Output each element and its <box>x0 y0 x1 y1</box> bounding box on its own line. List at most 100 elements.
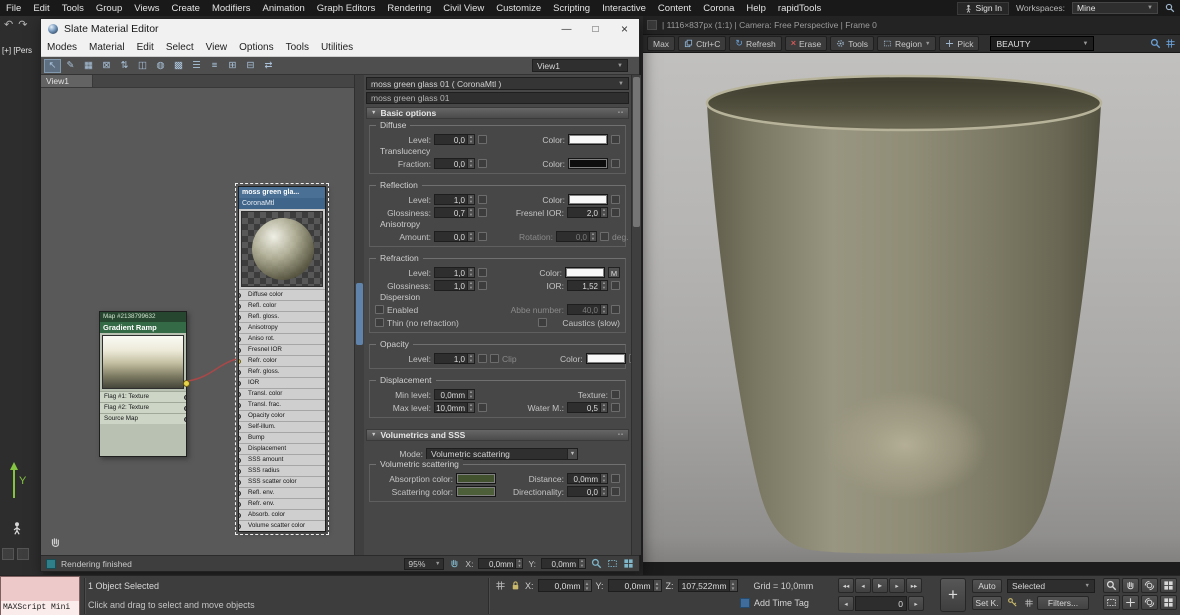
translucency-color-swatch[interactable] <box>568 158 608 169</box>
input-socket-icon[interactable] <box>239 458 241 463</box>
node-slot[interactable]: Self-illum. <box>239 421 325 432</box>
set-key-button[interactable]: Set K. <box>972 596 1002 610</box>
assign-material-icon[interactable]: ▦ <box>80 59 97 73</box>
node-slot[interactable]: Flag #1: Texture <box>100 391 186 402</box>
node-slot[interactable]: Displacement <box>239 443 325 454</box>
menu-item[interactable]: Corona <box>697 3 740 14</box>
angle-snap-icon[interactable] <box>17 548 29 560</box>
spinner-arrows-icon[interactable]: ▲▼ <box>600 486 608 497</box>
spinner-arrows-icon[interactable]: ▲▼ <box>589 231 597 242</box>
diffuse-level-spinner[interactable]: 0,0▲▼ <box>434 134 475 145</box>
translucency-color-map-checkbox[interactable] <box>611 159 620 168</box>
menu-item[interactable]: Group <box>90 3 128 14</box>
hide-unused-slots-icon[interactable]: ◫ <box>134 59 151 73</box>
input-socket-icon[interactable] <box>239 359 241 364</box>
params-scrollbar[interactable] <box>631 75 641 555</box>
layout-children-icon[interactable]: ≡ <box>206 59 223 73</box>
menu-item[interactable]: File <box>0 3 27 14</box>
min-level-spinner[interactable]: 0,0mm▲▼ <box>434 389 475 400</box>
editor-menu-item[interactable]: Options <box>233 42 279 53</box>
x-coord-spinner[interactable]: 0,0mm▲▼ <box>538 579 592 592</box>
node-slot[interactable]: Transl. color <box>239 388 325 399</box>
corona-material-node[interactable]: moss green gla... CoronaMtl Diffuse colo… <box>238 186 326 532</box>
close-icon[interactable]: × <box>610 19 639 39</box>
graph-scrollbar[interactable] <box>354 75 364 555</box>
node-slot[interactable]: Transl. frac. <box>239 399 325 410</box>
input-socket-icon[interactable] <box>239 326 241 331</box>
diffuse-level-map-checkbox[interactable] <box>478 135 487 144</box>
editor-titlebar[interactable]: Slate Material Editor — □ × <box>41 19 639 39</box>
max-level-map-checkbox[interactable] <box>478 403 487 412</box>
maximize-viewport-icon[interactable] <box>1160 578 1177 593</box>
menu-item[interactable]: Views <box>128 3 165 14</box>
water-level-spinner[interactable]: 0,5▲▼ <box>567 402 608 413</box>
graph-scrollbar-thumb[interactable] <box>356 283 363 345</box>
refraction-level-spinner[interactable]: 1,0▲▼ <box>434 267 475 278</box>
menu-item[interactable]: Animation <box>257 3 311 14</box>
input-socket-icon[interactable] <box>239 436 241 441</box>
menu-item[interactable]: Graph Editors <box>311 3 382 14</box>
zoom-extents-icon[interactable]: ⇄ <box>260 59 277 73</box>
pan-hand-icon[interactable] <box>49 536 62 549</box>
spinner-arrows-icon[interactable]: ▲▼ <box>653 579 662 592</box>
volumetrics-mode-dropdown[interactable]: Volumetric scattering ▼ <box>426 448 578 460</box>
selection-lock-icon[interactable] <box>510 580 521 591</box>
reflection-glossiness-map-checkbox[interactable] <box>478 208 487 217</box>
node-slot[interactable]: Opacity color <box>239 410 325 421</box>
pan-hand-icon[interactable] <box>449 558 460 569</box>
menu-item[interactable]: Content <box>652 3 697 14</box>
node-slot[interactable]: Volume scatter color <box>239 520 325 531</box>
zoom-region-icon[interactable] <box>607 558 618 569</box>
input-socket-icon[interactable] <box>239 403 241 408</box>
spinner-arrows-icon[interactable]: ▲▼ <box>467 267 475 278</box>
workspaces-dropdown[interactable]: Mine ▼ <box>1072 2 1158 14</box>
zoom-in-icon[interactable] <box>591 558 602 569</box>
menu-item[interactable]: Tools <box>56 3 90 14</box>
ior-map-checkbox[interactable] <box>611 281 620 290</box>
walkthrough-person-icon[interactable] <box>10 521 24 535</box>
reflection-color-map-checkbox[interactable] <box>611 195 620 204</box>
spinner-arrows-icon[interactable]: ▲▼ <box>583 579 592 592</box>
fraction-map-checkbox[interactable] <box>478 159 487 168</box>
minimize-icon[interactable]: — <box>552 19 581 39</box>
rotation-spinner[interactable]: 0,0▲▼ <box>556 231 597 242</box>
refraction-level-map-checkbox[interactable] <box>478 268 487 277</box>
fraction-spinner[interactable]: 0,0▲▼ <box>434 158 475 169</box>
select-by-material-icon[interactable]: ⊟ <box>242 59 259 73</box>
params-scrollbar-thumb[interactable] <box>633 77 640 227</box>
rotation-map-checkbox[interactable] <box>600 232 609 241</box>
node-slot[interactable]: Refl. color <box>239 300 325 311</box>
clip-checkbox[interactable] <box>490 354 499 363</box>
spinner-arrows-icon[interactable]: ▲▼ <box>600 207 608 218</box>
play-button[interactable]: ▸ <box>872 578 888 593</box>
viewport-label[interactable]: [+] [Pers <box>2 46 42 55</box>
vfb-region-button[interactable]: Region ▼ <box>877 36 936 51</box>
node-slot[interactable]: Refr. env. <box>239 498 325 509</box>
node-graph-view[interactable]: View1 Map #2138799632 Gradient Ramp Flag… <box>41 75 354 555</box>
directionality-map-checkbox[interactable] <box>611 487 620 496</box>
dispersion-enabled-checkbox[interactable] <box>375 305 384 314</box>
maximize-icon[interactable]: □ <box>581 19 610 39</box>
distance-spinner[interactable]: 0,0mm▲▼ <box>567 473 608 484</box>
vfb-max-button[interactable]: Max <box>647 36 675 51</box>
spinner-arrows-icon[interactable]: ▲▼ <box>467 194 475 205</box>
spinner-arrows-icon[interactable]: ▲▼ <box>600 280 608 291</box>
thin-refraction-checkbox[interactable] <box>375 318 384 327</box>
isolate-toggle-icon[interactable] <box>495 580 506 591</box>
pick-material-icon[interactable]: ✎ <box>62 59 79 73</box>
zoom-icon[interactable] <box>1103 578 1120 593</box>
input-socket-icon[interactable] <box>239 469 241 474</box>
vfb-erase-button[interactable]: × Erase <box>785 36 827 51</box>
spinner-arrows-icon[interactable]: ▲▼ <box>467 280 475 291</box>
input-socket-icon[interactable] <box>239 414 241 419</box>
input-socket-icon[interactable] <box>239 480 241 485</box>
anisotropy-amount-spinner[interactable]: 0,0▲▼ <box>434 231 475 242</box>
spinner-arrows-icon[interactable]: ▲▼ <box>600 402 608 413</box>
opacity-level-map-checkbox[interactable] <box>478 354 487 363</box>
field-of-view-icon[interactable] <box>1122 595 1139 610</box>
node-slot[interactable]: Bump <box>239 432 325 443</box>
abbe-number-spinner[interactable]: 40,0▲▼ <box>567 304 608 315</box>
input-socket-icon[interactable] <box>239 524 241 529</box>
refraction-glossiness-spinner[interactable]: 1,0▲▼ <box>434 280 475 291</box>
next-frame-button[interactable]: ▸ <box>889 578 905 593</box>
